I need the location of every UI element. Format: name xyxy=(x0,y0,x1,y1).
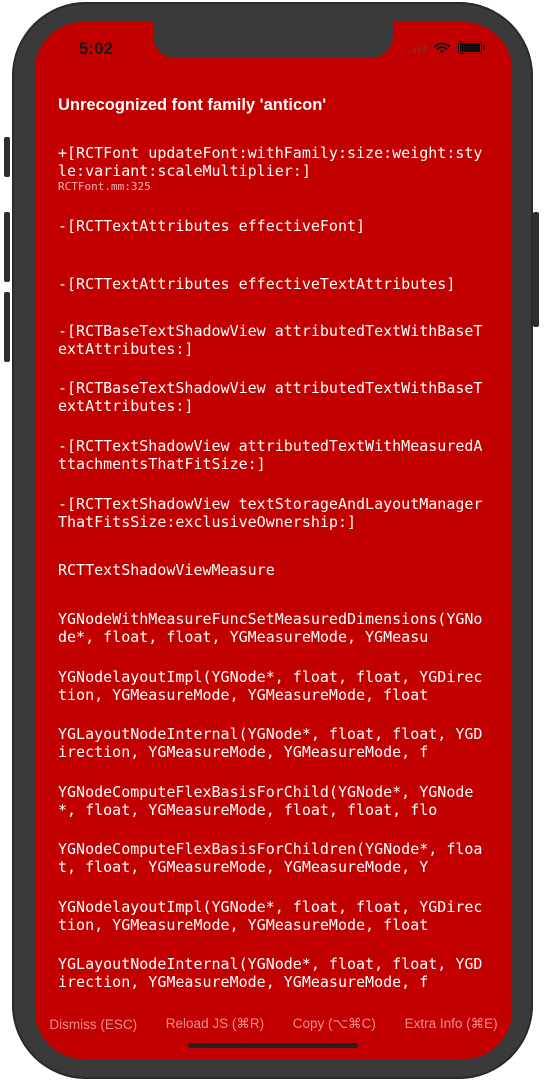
status-time: 5:02 xyxy=(79,39,114,58)
frame-method: -[RCTTextAttributes effectiveTextAttribu… xyxy=(58,275,456,293)
home-indicator[interactable] xyxy=(188,1043,358,1048)
stack-frame[interactable]: YGLayoutNodeInternal(YGNode*, float, flo… xyxy=(58,955,488,989)
power-button xyxy=(533,212,539,327)
stack-frame[interactable]: -[RCTBaseTextShadowView attributedTextWi… xyxy=(58,322,488,358)
status-icons xyxy=(408,41,485,54)
frame-location: RCTFont.mm:325 xyxy=(58,180,151,193)
frame-method: YGNodelayoutImpl(YGNode*, float, float, … xyxy=(58,898,483,934)
stack-frame[interactable]: YGNodelayoutImpl(YGNode*, float, float, … xyxy=(58,898,488,934)
frame-method: YGNodeComputeFlexBasisForChild(YGNode*, … xyxy=(58,783,474,819)
stack-frame[interactable]: YGNodeComputeFlexBasisForChildren(YGNode… xyxy=(58,840,488,876)
stack-frame[interactable]: +[RCTFont updateFont:withFamily:size:wei… xyxy=(58,144,488,194)
frame-method: YGNodeComputeFlexBasisForChildren(YGNode… xyxy=(58,840,483,876)
wifi-icon xyxy=(434,42,450,53)
frame-method: YGLayoutNodeInternal(YGNode*, float, flo… xyxy=(58,955,483,989)
dismiss-button[interactable]: Dismiss (ESC) xyxy=(47,1017,139,1032)
notch xyxy=(153,22,393,58)
frame-method: -[RCTBaseTextShadowView attributedTextWi… xyxy=(58,322,483,358)
error-title: Unrecognized font family 'anticon' xyxy=(58,96,327,114)
frame-method: -[RCTTextShadowView attributedTextWithMe… xyxy=(58,437,483,473)
frame-method: -[RCTBaseTextShadowView attributedTextWi… xyxy=(58,379,483,415)
stack-frame[interactable]: -[RCTTextAttributes effectiveTextAttribu… xyxy=(58,275,488,293)
frame-method: YGNodeWithMeasureFuncSetMeasuredDimensio… xyxy=(58,610,483,646)
red-box-screen: 5:02 Unrecognized font family 'anticon' … xyxy=(35,22,512,1059)
frame-method: -[RCTTextAttributes effectiveFont] xyxy=(58,217,366,235)
frame-method: YGLayoutNodeInternal(YGNode*, float, flo… xyxy=(58,725,483,761)
frame-method: YGNodelayoutImpl(YGNode*, float, float, … xyxy=(58,668,483,704)
stack-frame[interactable]: YGNodeWithMeasureFuncSetMeasuredDimensio… xyxy=(58,610,488,646)
mute-switch xyxy=(4,137,10,177)
volume-up-button xyxy=(4,212,10,282)
stack-frame[interactable]: YGLayoutNodeInternal(YGNode*, float, flo… xyxy=(58,725,488,761)
frame-method: -[RCTTextShadowView textStorageAndLayout… xyxy=(58,495,483,531)
stack-frame[interactable]: -[RCTTextAttributes effectiveFont] xyxy=(58,217,488,235)
stack-frame[interactable]: -[RCTTextShadowView attributedTextWithMe… xyxy=(58,437,488,473)
frame-method: RCTTextShadowViewMeasure xyxy=(58,561,275,579)
stack-frame[interactable]: YGNodeComputeFlexBasisForChild(YGNode*, … xyxy=(58,783,488,819)
battery-icon xyxy=(458,41,485,54)
frame-method: +[RCTFont updateFont:withFamily:size:wei… xyxy=(58,144,483,180)
copy-button[interactable]: Copy (⌥⌘C) xyxy=(291,1016,378,1032)
stack-frame[interactable]: -[RCTBaseTextShadowView attributedTextWi… xyxy=(58,379,488,415)
stack-frame[interactable]: YGNodelayoutImpl(YGNode*, float, float, … xyxy=(58,668,488,704)
extra-info-button[interactable]: Extra Info (⌘E) xyxy=(403,1016,500,1032)
stack-trace[interactable]: +[RCTFont updateFont:withFamily:size:wei… xyxy=(58,144,488,989)
stack-frame[interactable]: RCTTextShadowViewMeasure xyxy=(58,561,488,579)
red-box-toolbar: Dismiss (ESC) Reload JS (⌘R) Copy (⌥⌘C) … xyxy=(35,1012,512,1036)
reload-js-button[interactable]: Reload JS (⌘R) xyxy=(164,1016,266,1032)
volume-down-button xyxy=(4,292,10,362)
stack-frame[interactable]: -[RCTTextShadowView textStorageAndLayout… xyxy=(58,495,488,531)
cellular-signal-icon xyxy=(408,43,426,53)
